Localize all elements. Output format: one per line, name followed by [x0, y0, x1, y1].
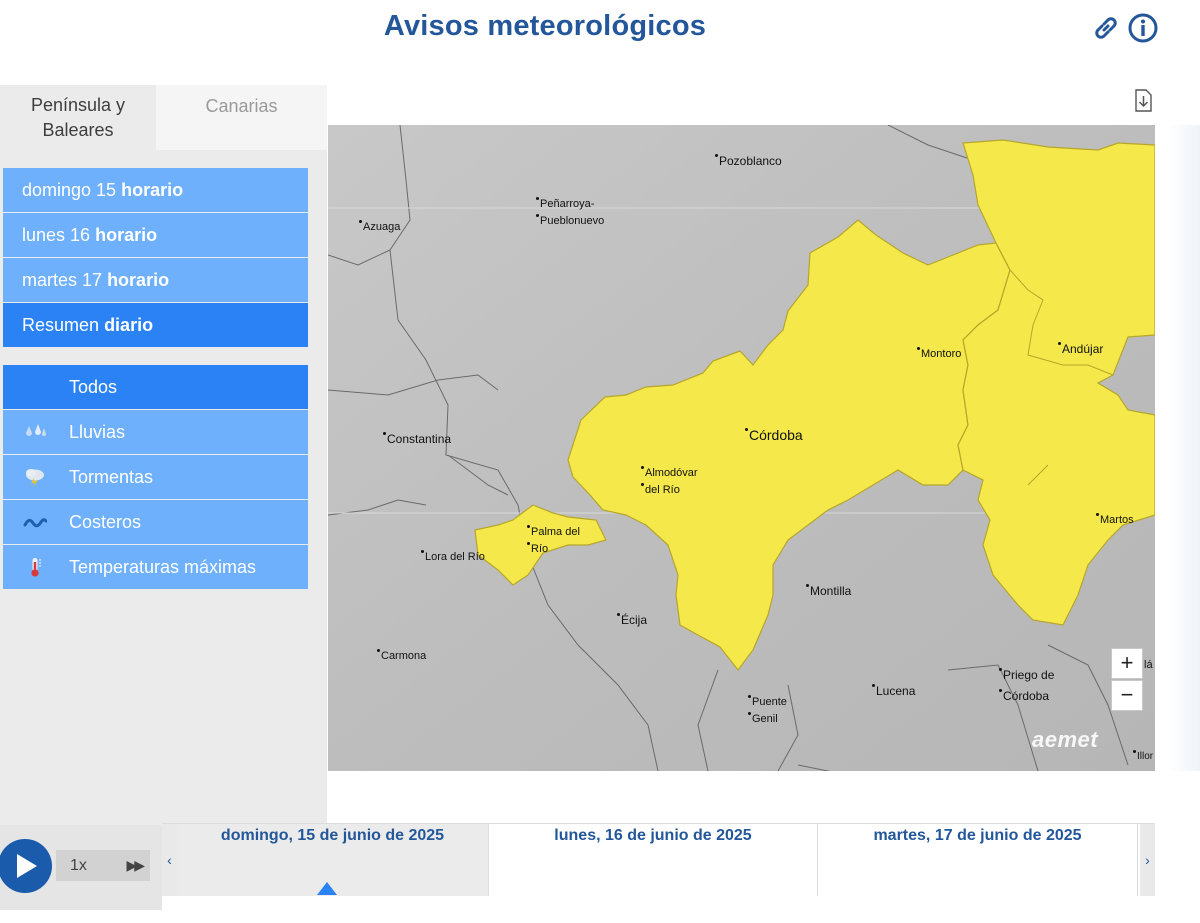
city-penarroya: Peñarroya- — [535, 197, 595, 210]
zoom-in-button[interactable]: + — [1111, 648, 1143, 679]
city-priego: Priego de — [998, 668, 1055, 682]
city-edge-label: lá — [1140, 658, 1153, 671]
city-pozoblanco: Pozoblanco — [715, 154, 782, 168]
city-palma: Palma del — [527, 525, 580, 538]
city-montilla: Montilla — [805, 584, 852, 598]
filter-label: Temperaturas máximas — [69, 557, 257, 577]
download-icon[interactable] — [1133, 89, 1153, 112]
city-azuaga: Azuaga — [358, 220, 401, 233]
filter-label: Costeros — [69, 512, 142, 532]
tab-canarias[interactable]: Canarias — [156, 85, 327, 150]
city-andujar: Andújar — [1057, 342, 1104, 356]
timeline: ‹ domingo, 15 de junio de 2025 lunes, 16… — [162, 823, 1155, 896]
day-label: martes 17 — [22, 270, 103, 290]
city-almodovar-2: del Río — [641, 483, 680, 496]
resumen-diario-button[interactable]: Resumen diario — [3, 303, 308, 347]
tab-peninsula[interactable]: Península y Baleares — [0, 85, 156, 150]
warning-type-list: Todos Lluvias Tormentas Costeros Tempera… — [3, 365, 308, 590]
storm-icon — [26, 469, 44, 487]
filter-tormentas[interactable]: Tormentas — [3, 455, 308, 499]
fast-forward-icon[interactable]: ▶▶ — [126, 850, 144, 881]
day-label: Resumen — [22, 315, 100, 335]
timeline-prev-button[interactable]: ‹ — [162, 824, 177, 896]
filter-todos[interactable]: Todos — [3, 365, 308, 409]
city-montoro: Montoro — [916, 347, 962, 360]
day-label: domingo 15 — [22, 180, 117, 200]
sidebar: Península y Baleares Canarias domingo 15… — [0, 85, 327, 825]
day-mode: horario — [95, 225, 158, 245]
wave-icon — [23, 518, 47, 528]
filter-temperaturas-maximas[interactable]: Temperaturas máximas — [3, 545, 308, 589]
tab-canarias-label: Canarias — [205, 96, 278, 116]
city-priego-2: Córdoba — [998, 689, 1050, 703]
speed-selector[interactable]: 1x ▶▶ — [56, 850, 150, 881]
city-puente-genil: Puente — [748, 695, 787, 708]
day-mode: horario — [121, 180, 184, 200]
day-lunes-horario[interactable]: lunes 16 horario — [3, 213, 308, 257]
info-icon[interactable] — [1127, 12, 1159, 44]
speed-value: 1x — [70, 857, 87, 874]
filter-label: Todos — [69, 377, 118, 397]
city-edge-label: Illor — [1132, 749, 1153, 765]
city-constantina: Constantina — [382, 432, 452, 446]
page-title: Avisos meteorológicos — [383, 10, 707, 42]
timeline-next-button[interactable]: › — [1140, 824, 1155, 896]
day-mode: diario — [104, 315, 154, 335]
day-label: lunes 16 — [22, 225, 91, 245]
city-carmona: Carmona — [376, 649, 427, 662]
zoom-out-button[interactable]: − — [1111, 680, 1143, 711]
app-root: Avisos meteorológicos Península y Balear… — [0, 0, 1200, 923]
city-ecija: Écija — [616, 613, 648, 627]
link-icon[interactable] — [1090, 12, 1122, 44]
background-decoration — [1168, 125, 1200, 771]
timeline-day-lunes[interactable]: lunes, 16 de junio de 2025 — [489, 824, 818, 896]
city-cordoba: Córdoba — [745, 427, 803, 443]
filter-costeros[interactable]: Costeros — [3, 500, 308, 544]
thermometer-icon — [31, 558, 41, 577]
timeline-day-label: lunes, 16 de junio de 2025 — [554, 827, 752, 844]
filter-label: Tormentas — [69, 467, 154, 487]
day-domingo-horario[interactable]: domingo 15 horario — [3, 168, 308, 212]
timeline-position-marker[interactable] — [317, 882, 337, 895]
day-mode: horario — [107, 270, 170, 290]
rain-icon — [26, 424, 46, 436]
timeline-day-label: martes, 17 de junio de 2025 — [873, 827, 1082, 844]
day-martes-horario[interactable]: martes 17 horario — [3, 258, 308, 302]
aemet-logo: aemet — [1032, 727, 1099, 752]
city-penarroya-2: Pueblonuevo — [535, 214, 605, 227]
city-lora: Lora del Río — [421, 550, 485, 563]
filter-label: Lluvias — [69, 422, 126, 442]
timeline-day-martes[interactable]: martes, 17 de junio de 2025 — [818, 824, 1138, 896]
city-lucena: Lucena — [871, 684, 916, 698]
animation-player: 1x ▶▶ — [0, 825, 162, 910]
city-martos: Martos — [1096, 513, 1134, 526]
tab-peninsula-label-1: Península y — [30, 95, 126, 115]
tab-peninsula-label-2: Baleares — [42, 120, 114, 140]
play-button[interactable] — [0, 839, 52, 893]
warnings-map[interactable]: Pozoblanco Peñarroya- Pueblonuevo Azuaga… — [328, 125, 1155, 771]
city-almodovar: Almodóvar — [641, 466, 698, 479]
city-puente-genil-2: Genil — [748, 712, 778, 725]
filter-lluvias[interactable]: Lluvias — [3, 410, 308, 454]
day-list: domingo 15 horario lunes 16 horario mart… — [3, 168, 308, 348]
city-palma-2: Río — [526, 542, 549, 555]
timeline-day-label: domingo, 15 de junio de 2025 — [220, 827, 445, 844]
